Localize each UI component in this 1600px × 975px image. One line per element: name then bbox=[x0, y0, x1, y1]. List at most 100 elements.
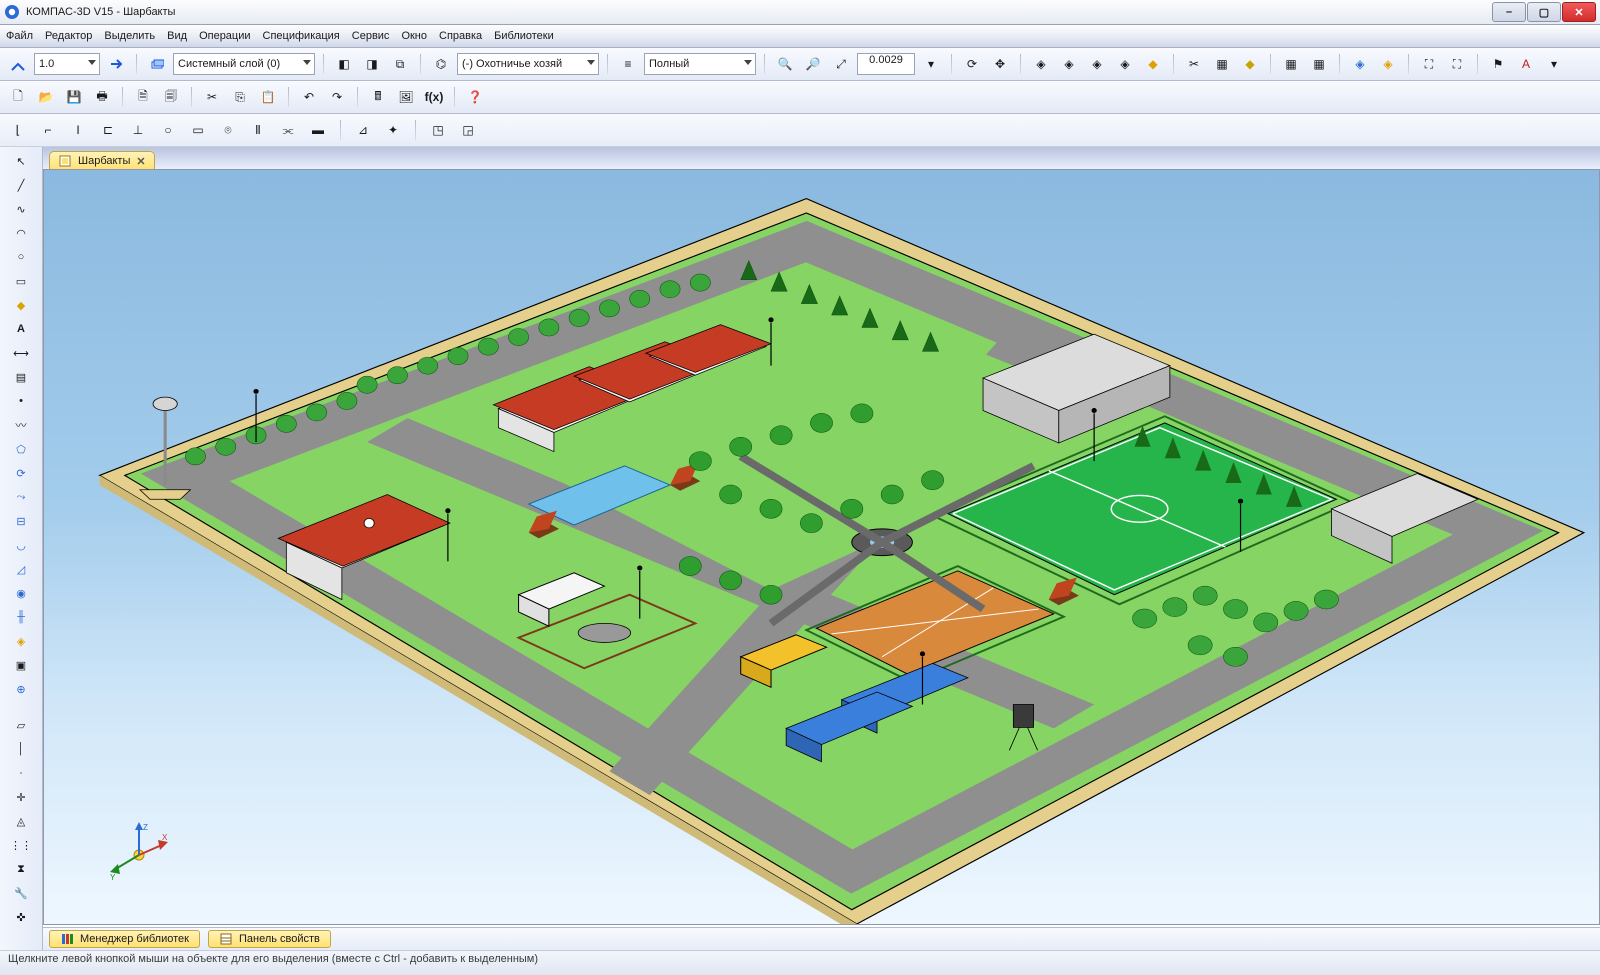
copy-icon[interactable]: ⎘ bbox=[228, 85, 252, 109]
help-icon[interactable]: ❓ bbox=[463, 85, 487, 109]
lt-shell-icon[interactable]: ◈ bbox=[11, 631, 31, 651]
d4-icon[interactable]: ⊏ bbox=[96, 118, 120, 142]
pan-icon[interactable]: ✥ bbox=[988, 52, 1012, 76]
lt-point-icon[interactable]: • bbox=[11, 391, 31, 411]
menu-operations[interactable]: Операции bbox=[199, 30, 250, 42]
menu-help[interactable]: Справка bbox=[439, 30, 482, 42]
s2-icon[interactable]: ▦ bbox=[1307, 52, 1331, 76]
menu-window[interactable]: Окно bbox=[401, 30, 427, 42]
text-icon[interactable]: A bbox=[1514, 52, 1538, 76]
menu-view[interactable]: Вид bbox=[167, 30, 187, 42]
lt-sweep-icon[interactable]: ⤳ bbox=[11, 487, 31, 507]
lt-axis-icon[interactable]: │ bbox=[11, 739, 31, 759]
view-3-icon[interactable]: ⧉ bbox=[388, 52, 412, 76]
image-icon[interactable]: 🖼 bbox=[394, 85, 418, 109]
preview-icon[interactable]: 🗎 bbox=[131, 85, 155, 109]
menu-service[interactable]: Сервис bbox=[352, 30, 390, 42]
d10-icon[interactable]: ⫘ bbox=[276, 118, 300, 142]
lt-plane-icon[interactable]: ▱ bbox=[11, 715, 31, 735]
viewport-3d[interactable]: Z Y X bbox=[44, 170, 1599, 924]
minimize-button[interactable]: – bbox=[1492, 2, 1526, 22]
lt-dim-icon[interactable]: ⟷ bbox=[11, 343, 31, 363]
paste-icon[interactable]: 📋 bbox=[256, 85, 280, 109]
cut-icon[interactable]: ✂ bbox=[200, 85, 224, 109]
menu-libs[interactable]: Библиотеки bbox=[494, 30, 554, 42]
d11-icon[interactable]: ▬ bbox=[306, 118, 330, 142]
layer-combo[interactable]: Системный слой (0) bbox=[173, 53, 315, 75]
cube-yel-icon[interactable]: ◈ bbox=[1376, 52, 1400, 76]
mode-icon[interactable]: ≡ bbox=[616, 52, 640, 76]
viewmode-combo[interactable]: Полный bbox=[644, 53, 756, 75]
t1-icon[interactable]: ⛶ bbox=[1417, 52, 1441, 76]
flag-icon[interactable]: ⚑ bbox=[1486, 52, 1510, 76]
lt-fillet-icon[interactable]: ◡ bbox=[11, 535, 31, 555]
menu-select[interactable]: Выделить bbox=[104, 30, 155, 42]
redo-icon[interactable]: ↷ bbox=[325, 85, 349, 109]
lt-rib-icon[interactable]: ╫ bbox=[11, 607, 31, 627]
lt-chamfer-icon[interactable]: ◿ bbox=[11, 559, 31, 579]
clip-icon[interactable]: ✂ bbox=[1182, 52, 1206, 76]
lt-ext-icon[interactable]: ⬠ bbox=[11, 439, 31, 459]
m1-icon[interactable]: ⊿ bbox=[351, 118, 375, 142]
plane-icon[interactable]: ◆ bbox=[1238, 52, 1262, 76]
calc-icon[interactable]: 🖩 bbox=[366, 85, 390, 109]
view-2-icon[interactable]: ◨ bbox=[360, 52, 384, 76]
tool-scale-icon[interactable] bbox=[6, 52, 30, 76]
fx-icon[interactable]: f(x) bbox=[422, 85, 446, 109]
d9-icon[interactable]: Ⅱ bbox=[246, 118, 270, 142]
c4-icon[interactable]: ◈ bbox=[1113, 52, 1137, 76]
lt-wrench-icon[interactable]: 🔧 bbox=[11, 883, 31, 903]
lt-spline-icon[interactable]: 〰 bbox=[11, 415, 31, 435]
c2-icon[interactable]: ◈ bbox=[1057, 52, 1081, 76]
m4-icon[interactable]: ◲ bbox=[456, 118, 480, 142]
lt-mirror-icon[interactable]: ⧗ bbox=[11, 859, 31, 879]
lt-circle-icon[interactable]: ○ bbox=[11, 247, 31, 267]
doc-icon[interactable]: 🗐 bbox=[159, 85, 183, 109]
layer-icon[interactable] bbox=[145, 52, 169, 76]
menu-editor[interactable]: Редактор bbox=[45, 30, 92, 42]
d1-icon[interactable]: ⌊ bbox=[6, 118, 30, 142]
zoom-in-icon[interactable]: 🔍 bbox=[773, 52, 797, 76]
zoom-fit-icon[interactable]: ⤢ bbox=[829, 52, 853, 76]
tab-close-icon[interactable]: ✕ bbox=[136, 155, 145, 168]
d6-icon[interactable]: ○ bbox=[156, 118, 180, 142]
d7-icon[interactable]: ▭ bbox=[186, 118, 210, 142]
d8-icon[interactable]: ⌾ bbox=[216, 118, 240, 142]
print-icon[interactable]: 🖶 bbox=[90, 85, 114, 109]
s1-icon[interactable]: ▦ bbox=[1279, 52, 1303, 76]
axis-widget[interactable]: Z Y X bbox=[104, 820, 174, 890]
c3-icon[interactable]: ◈ bbox=[1085, 52, 1109, 76]
new-icon[interactable]: 🗋 bbox=[6, 85, 30, 109]
save-icon[interactable]: 💾 bbox=[62, 85, 86, 109]
open-icon[interactable]: 📂 bbox=[34, 85, 58, 109]
lt-array-icon[interactable]: ⋮⋮ bbox=[11, 835, 31, 855]
lt-hole-icon[interactable]: ◉ bbox=[11, 583, 31, 603]
cube-blue-icon[interactable]: ◈ bbox=[1348, 52, 1372, 76]
lt-curve-icon[interactable]: ∿ bbox=[11, 199, 31, 219]
zoom-value[interactable]: 0.0029 bbox=[857, 53, 915, 75]
scale-combo[interactable]: 1.0 bbox=[34, 53, 100, 75]
lt-thick-icon[interactable]: ▣ bbox=[11, 655, 31, 675]
lt-hatch-icon[interactable]: ▤ bbox=[11, 367, 31, 387]
lt-arc-icon[interactable]: ◠ bbox=[11, 223, 31, 243]
c5-icon[interactable]: ◆ bbox=[1141, 52, 1165, 76]
d3-icon[interactable]: I bbox=[66, 118, 90, 142]
d5-icon[interactable]: ⊥ bbox=[126, 118, 150, 142]
zoom-more-icon[interactable]: ▾ bbox=[919, 52, 943, 76]
lt-bool-icon[interactable]: ⊕ bbox=[11, 679, 31, 699]
zoom-out-icon[interactable]: 🔎 bbox=[801, 52, 825, 76]
menu-file[interactable]: Файл bbox=[6, 30, 33, 42]
drop-icon[interactable]: ▾ bbox=[1542, 52, 1566, 76]
c1-icon[interactable]: ◈ bbox=[1029, 52, 1053, 76]
lt-yellow-icon[interactable]: ◆ bbox=[11, 295, 31, 315]
d2-icon[interactable]: ⌐ bbox=[36, 118, 60, 142]
lt-surf-icon[interactable]: ◬ bbox=[11, 811, 31, 831]
rotate-icon[interactable]: ⟳ bbox=[960, 52, 984, 76]
t2-icon[interactable]: ⛶ bbox=[1445, 52, 1469, 76]
lt-line-icon[interactable]: ╱ bbox=[11, 175, 31, 195]
maximize-button[interactable]: ▢ bbox=[1527, 2, 1561, 22]
panel-lib-manager[interactable]: Менеджер библиотек bbox=[49, 930, 200, 948]
tool-direction-icon[interactable] bbox=[104, 52, 128, 76]
struct-icon[interactable]: ⌬ bbox=[429, 52, 453, 76]
panel-properties[interactable]: Панель свойств bbox=[208, 930, 331, 948]
